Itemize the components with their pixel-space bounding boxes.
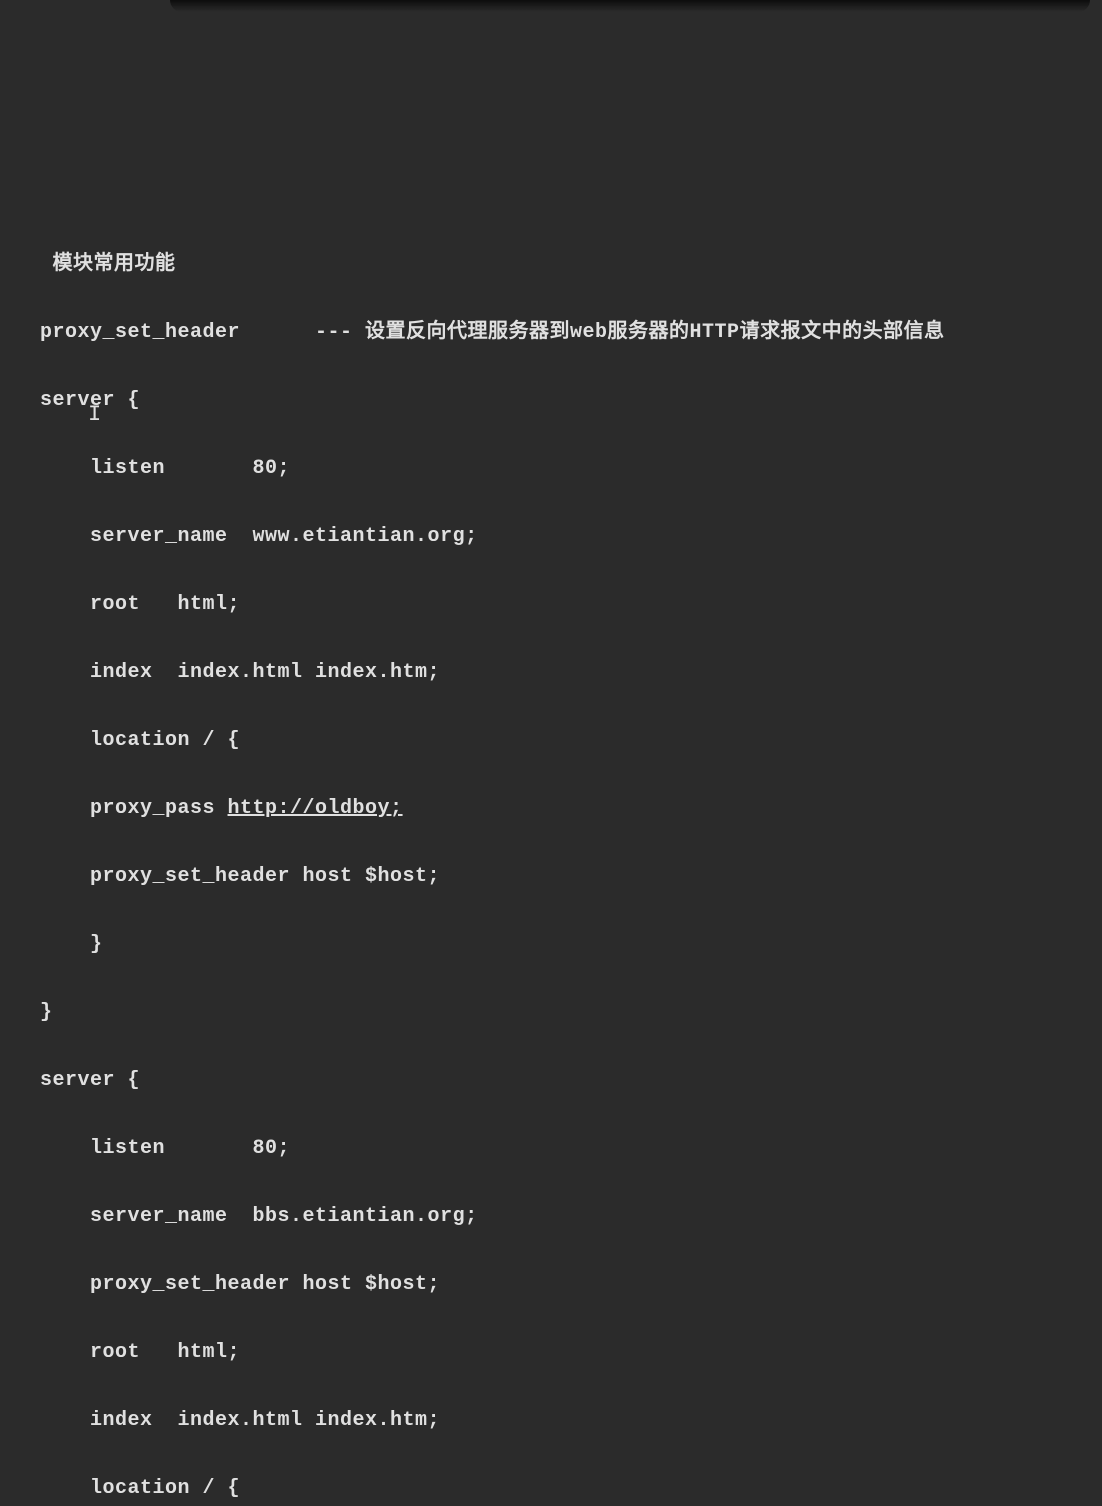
code-line-server2-server-name: server_name bbs.etiantian.org; [40,1200,1102,1234]
code-line-server1-proxy-header: proxy_set_header host $host; [40,860,1102,894]
code-line-server2-listen: listen 80; [40,1132,1102,1166]
code-line-server2-location-open: location / { [40,1472,1102,1506]
terminal-editor-area[interactable]: 模块常用功能 proxy_set_header --- 设置反向代理服务器到we… [0,214,1102,1506]
code-line-server1-root: root html; [40,588,1102,622]
code-line-server1-server-name: server_name www.etiantian.org; [40,520,1102,554]
proxy-pass-prefix: proxy_pass [40,797,228,820]
code-line-title: 模块常用功能 [40,248,1102,282]
code-line-server1-listen: listen 80; [40,452,1102,486]
code-line-server2-root: root html; [40,1336,1102,1370]
code-line-server1-open: server { [40,384,1102,418]
code-line-server2-proxy-header: proxy_set_header host $host; [40,1268,1102,1302]
code-line-server1-close: } [40,996,1102,1030]
code-line-server1-index: index index.html index.htm; [40,656,1102,690]
proxy-pass-url: http://oldboy; [228,797,403,820]
code-line-server2-open: server { [40,1064,1102,1098]
code-line-directive-comment: proxy_set_header --- 设置反向代理服务器到web服务器的HT… [40,316,1102,350]
code-line-server2-index: index index.html index.htm; [40,1404,1102,1438]
code-line-server1-location-close: } [40,928,1102,962]
code-line-server1-proxy-pass: proxy_pass http://oldboy; [40,792,1102,826]
window-top-shadow [170,0,1090,12]
text-cursor-icon: I [88,396,102,433]
